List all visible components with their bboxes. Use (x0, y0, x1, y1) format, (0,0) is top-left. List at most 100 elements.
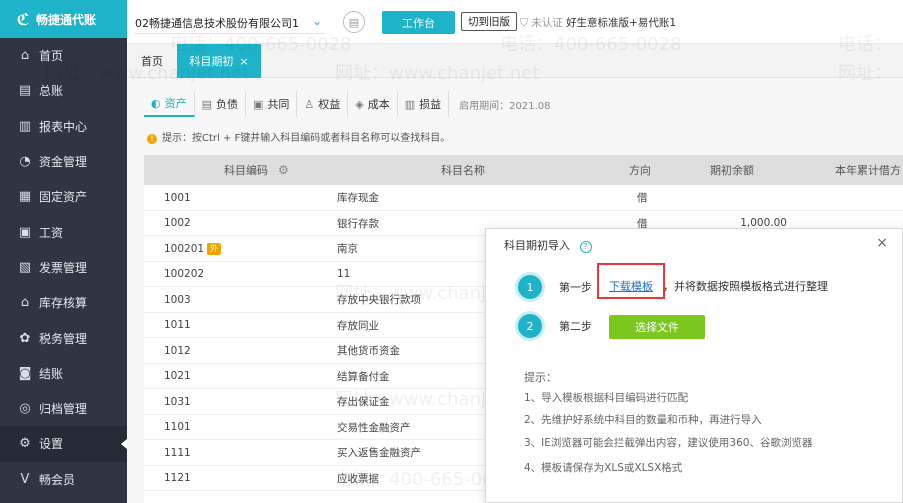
cell-code: 1001 (164, 185, 191, 211)
cell-name: 存放同业 (337, 313, 379, 339)
cell-code-text: 1121 (164, 472, 191, 485)
tab-label: 科目期初 (189, 55, 234, 68)
gear-icon[interactable]: ⚙ (278, 163, 289, 177)
help-icon[interactable]: ? (579, 241, 592, 253)
info-icon: ! (147, 134, 157, 144)
tips-title: 提示： (524, 371, 557, 384)
cell-code: 100201 外 (164, 236, 222, 262)
document-icon[interactable]: ▤ (343, 11, 365, 33)
cell-name-text: 存出保证金 (337, 396, 390, 409)
workbench-button[interactable]: 工作台 (382, 11, 455, 34)
sidebar: ℭ 畅捷通代账 ⌂ 首页 ▤ 总账 ▥ 报表中心 ◔ 资金管理 ▦ 固定资产 ▣ 工资 ▧ 发票管理 ⌂ 库存… (0, 0, 127, 503)
import-dialog: 科目期初导入 ? × 1 第一步 下载模板 ，并将数据按照模板格式进行整理 2 … (485, 228, 903, 503)
sidebar-item-label: 畅会员 (39, 472, 76, 487)
sidebar-item-label: 发票管理 (39, 260, 88, 275)
sidebar-item-label: 报表中心 (39, 119, 88, 134)
tab-home[interactable]: 首页 (141, 44, 163, 78)
cell-code: 1002 (164, 211, 191, 237)
step-2-badge: 2 (518, 314, 542, 338)
sidebar-item[interactable]: V 畅会员 (0, 462, 127, 497)
building-icon: ▦ (18, 189, 32, 205)
cell-name: 南京 (337, 236, 358, 262)
cell-direction-text: 借 (637, 192, 648, 205)
column-header-ytd-debit: 本年累计借方 (835, 164, 901, 177)
sidebar-item-label: 税务管理 (39, 331, 88, 346)
choose-file-button[interactable]: 选择文件 (609, 315, 705, 339)
cell-name: 存出保证金 (337, 389, 390, 415)
sidebar-item[interactable]: ▥ 报表中心 (0, 109, 127, 144)
tip-item: 3、IE浏览器可能会拦截弹出内容，建议使用360、谷歌浏览器 (524, 437, 813, 449)
column-header-direction: 方向 (629, 164, 651, 177)
cell-code: 1003 (164, 287, 191, 313)
cell-code: 1012 (164, 338, 191, 364)
download-template-link[interactable]: 下载模板 (609, 278, 653, 294)
cell-name: 应收票据 (337, 466, 379, 492)
sidebar-item-label: 固定资产 (39, 190, 88, 205)
tax-icon: ✿ (19, 330, 31, 346)
cell-code-text: 1021 (164, 370, 191, 383)
cell-name-text: 买入返售金融资产 (337, 447, 421, 460)
sidebar-item[interactable]: ⌂ 库存核算 (0, 285, 127, 320)
subtab[interactable]: ▤ 负债 (195, 91, 247, 117)
sidebar-item[interactable]: ▣ 工资 (0, 214, 127, 249)
subtab-icon: ♙ (304, 97, 315, 111)
cell-code-text: 100202 (164, 268, 205, 281)
close-icon[interactable]: × (876, 235, 888, 251)
cell-code-text: 1012 (164, 344, 191, 357)
tab-opening-balance[interactable]: 科目期初 × (177, 44, 261, 78)
step-1-description: ，并将数据按照模板格式进行整理 (663, 280, 828, 293)
cell-name: 其他货币资金 (337, 338, 400, 364)
cell-name-text: 银行存款 (337, 217, 379, 230)
subtab-label: 成本 (367, 98, 390, 111)
sidebar-item[interactable]: ▦ 固定资产 (0, 179, 127, 214)
sidebar-item-label: 归档管理 (39, 402, 88, 417)
subtab[interactable]: ◐ 资产 (144, 91, 195, 117)
cell-code-text: 1111 (164, 446, 191, 459)
subtab[interactable]: ♙ 权益 (297, 91, 349, 117)
sidebar-item[interactable]: ◙ 结账 (0, 356, 127, 391)
subtab[interactable]: ▥ 损益 (398, 91, 450, 117)
subtab-label: 权益 (318, 98, 341, 111)
step-2-label: 第二步 (559, 320, 592, 333)
chevron-down-icon[interactable]: ⌄ (312, 14, 322, 28)
step-1-badge: 1 (518, 275, 542, 299)
sidebar-item-label: 设置 (39, 437, 64, 452)
dialog-title-text: 科目期初导入 (504, 239, 570, 252)
switch-old-version-button[interactable]: 切到旧版 (461, 12, 517, 31)
vip-icon: V (20, 471, 30, 487)
subtab[interactable]: ▣ 共同 (246, 91, 298, 117)
company-select[interactable]: 02畅捷通信息技术股份有限公司1 (135, 15, 325, 34)
sidebar-item[interactable]: ⌂ 首页 (0, 38, 127, 73)
subtab-label: 损益 (419, 98, 442, 111)
cell-code-text: 100201 (164, 242, 205, 255)
cell-code-text: 1003 (164, 293, 191, 306)
cell-name-text: 11 (337, 268, 351, 281)
salary-icon: ▣ (18, 224, 32, 240)
product-name: 好生意标准版+易代账1 (566, 17, 677, 29)
column-header-opening: 期初余额 (710, 164, 754, 177)
subtab-label: 负债 (216, 98, 239, 111)
sidebar-item[interactable]: ▧ 发票管理 (0, 250, 127, 285)
brand-logo[interactable]: ℭ 畅捷通代账 (0, 0, 127, 38)
sidebar-item[interactable]: ✿ 税务管理 (0, 320, 127, 355)
sidebar-item[interactable]: ⚙ 设置 (0, 426, 127, 462)
account-type-tabs: ◐ 资产 ▤ 负债 ▣ 共同 ♙ 权益 ◈ 成本 ▥ 损益 启用期间：2021.08 (144, 90, 551, 118)
auth-status-text: 未认证 (531, 17, 563, 29)
cell-code: 1011 (164, 313, 191, 339)
cell-code-text: 1001 (164, 191, 191, 204)
subtab-label: 共同 (267, 98, 290, 111)
subtab-label: 资产 (164, 97, 187, 110)
page-tabs: 首页 科目期初 × (127, 44, 903, 78)
table-row[interactable]: 1001 库存现金 借 (144, 185, 903, 211)
brand-logo-icon: ℭ (16, 9, 30, 29)
cell-name: 库存现金 (337, 185, 379, 211)
cell-opening (724, 185, 787, 211)
sidebar-item[interactable]: ◔ 资金管理 (0, 144, 127, 179)
enable-period: 启用期间：2021.08 (459, 100, 551, 112)
top-header: 02畅捷通信息技术股份有限公司1 ⌄ ▤ 工作台 切到旧版 ⛉ 未认证 好生意标… (127, 0, 903, 44)
sidebar-item[interactable]: ◎ 归档管理 (0, 391, 127, 426)
sidebar-item[interactable]: ▤ 总账 (0, 73, 127, 108)
close-icon[interactable]: × (239, 55, 248, 68)
ledger-icon: ▤ (18, 83, 32, 99)
subtab[interactable]: ◈ 成本 (348, 91, 398, 117)
